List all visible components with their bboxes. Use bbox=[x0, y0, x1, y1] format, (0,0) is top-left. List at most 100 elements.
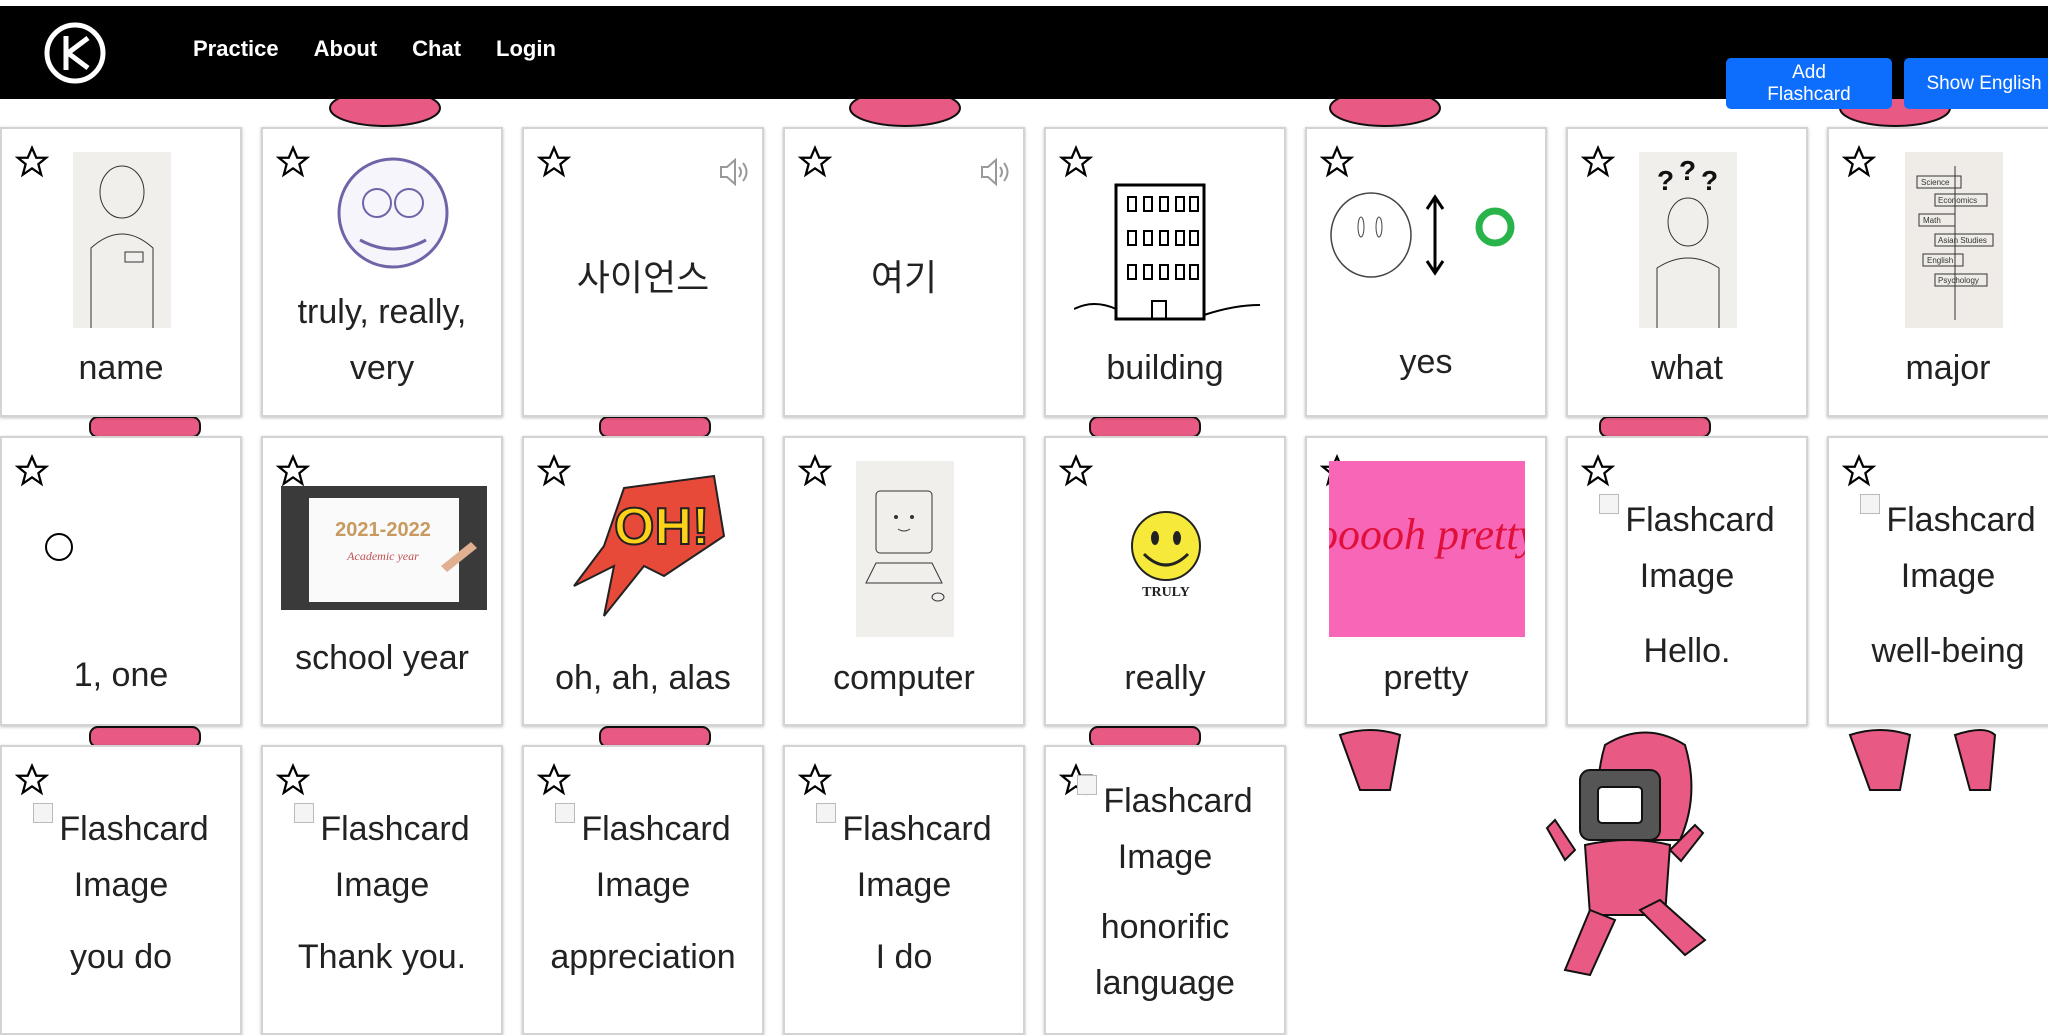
flashcard-word: yes bbox=[1399, 343, 1453, 381]
nav-chat-link[interactable]: Chat bbox=[412, 36, 461, 62]
broken-image-alt: Flashcard Image bbox=[263, 801, 501, 913]
favorite-star-icon[interactable] bbox=[15, 145, 49, 179]
broken-image-alt: Flashcard Image bbox=[2, 801, 240, 913]
flashcard-word: honorific language bbox=[1095, 908, 1235, 1002]
stamp-image bbox=[337, 157, 449, 269]
broken-image-alt: Flashcard Image bbox=[1568, 492, 1806, 604]
computer-image bbox=[856, 461, 954, 637]
flashcard-word: really bbox=[1124, 659, 1206, 697]
flashcard-word: you do bbox=[69, 938, 173, 976]
flashcard-word: name bbox=[78, 349, 164, 387]
broken-image-icon bbox=[1860, 494, 1881, 514]
flashcard-i-do[interactable]: Flashcard Image I do bbox=[783, 745, 1025, 1035]
broken-image-alt: Flashcard Image bbox=[1829, 492, 2048, 604]
sign-science: Science bbox=[1921, 178, 1950, 187]
favorite-star-icon[interactable] bbox=[15, 454, 49, 488]
smiley-image: TRULY bbox=[1131, 511, 1201, 600]
favorite-star-icon[interactable] bbox=[1059, 454, 1093, 488]
nod-face-image bbox=[1330, 192, 1515, 278]
flashcard-pretty[interactable]: ooooh pretty pretty bbox=[1305, 436, 1547, 726]
svg-text:?: ? bbox=[1679, 155, 1696, 186]
oh-title: OH! bbox=[614, 498, 709, 556]
flashcard-hello[interactable]: Flashcard Image Hello. bbox=[1566, 436, 1808, 726]
flashcard-word: building bbox=[1106, 349, 1224, 387]
favorite-star-icon[interactable] bbox=[1320, 145, 1354, 179]
add-flashcard-button[interactable]: Add Flashcard bbox=[1726, 58, 1892, 109]
flashcard-yes[interactable]: yes bbox=[1305, 127, 1547, 417]
flashcard-word: school year bbox=[295, 639, 469, 677]
nav-practice-link[interactable]: Practice bbox=[193, 36, 279, 62]
person-name-tag-image bbox=[73, 152, 171, 328]
flashcard-thank-you[interactable]: Flashcard Image Thank you. bbox=[261, 745, 503, 1035]
show-english-button[interactable]: Show English bbox=[1904, 58, 2048, 109]
nav-login-link[interactable]: Login bbox=[496, 36, 556, 62]
favorite-star-icon[interactable] bbox=[1581, 454, 1615, 488]
flashcard-here[interactable]: 여기 bbox=[783, 127, 1025, 417]
nav-about-link[interactable]: About bbox=[314, 36, 378, 62]
flashcard-name[interactable]: name bbox=[0, 127, 242, 417]
flashcard-oh[interactable]: OH! oh, ah, alas bbox=[522, 436, 764, 726]
favorite-star-icon[interactable] bbox=[798, 763, 832, 797]
academic-year-image: 2021-2022 Academic year bbox=[281, 486, 487, 610]
oh-comic-image: OH! bbox=[573, 474, 726, 617]
sign-asian-studies: Asian Studies bbox=[1938, 236, 1987, 245]
favorite-star-icon[interactable] bbox=[15, 763, 49, 797]
pretty-title: ooooh pretty bbox=[1329, 510, 1525, 559]
favorite-star-icon[interactable] bbox=[276, 145, 310, 179]
sign-psychology: Psychology bbox=[1938, 276, 1979, 285]
favorite-star-icon[interactable] bbox=[276, 763, 310, 797]
flashcard-really[interactable]: TRULY really bbox=[1044, 436, 1286, 726]
flashcard-one[interactable]: 1, one bbox=[0, 436, 242, 726]
flashcard-science[interactable]: 사이언스 bbox=[522, 127, 764, 417]
favorite-star-icon[interactable] bbox=[1581, 145, 1615, 179]
flashcard-korean-word: 여기 bbox=[870, 257, 938, 298]
flashcard-word: truly, really, very bbox=[297, 293, 467, 387]
flashcard-building[interactable]: building bbox=[1044, 127, 1286, 417]
favorite-star-icon[interactable] bbox=[1059, 145, 1093, 179]
academic-year-title: 2021-2022 bbox=[335, 519, 431, 541]
svg-text:?: ? bbox=[1701, 165, 1718, 196]
sign-math: Math bbox=[1923, 216, 1941, 225]
broken-image-icon bbox=[816, 803, 837, 823]
broken-image-icon bbox=[555, 803, 576, 823]
confused-person-image: ? ? ? bbox=[1639, 152, 1737, 328]
flashcard-word: appreciation bbox=[550, 938, 736, 976]
flashcard-word: what bbox=[1651, 349, 1723, 387]
flashcard-word: 1, one bbox=[73, 656, 169, 694]
flashcard-word: I do bbox=[875, 938, 933, 976]
flashcard-honorific[interactable]: Flashcard Image honorific language bbox=[1044, 745, 1286, 1035]
flashcard-appreciation[interactable]: Flashcard Image appreciation bbox=[522, 745, 764, 1035]
flashcard-word: well-being bbox=[1871, 632, 2025, 670]
flashcard-you-do[interactable]: Flashcard Image you do bbox=[0, 745, 242, 1035]
favorite-star-icon[interactable] bbox=[276, 454, 310, 488]
broken-image-icon bbox=[1077, 775, 1098, 795]
flashcard-word: computer bbox=[833, 659, 975, 697]
favorite-star-icon[interactable] bbox=[1842, 454, 1876, 488]
smiley-caption: TRULY bbox=[1142, 585, 1190, 600]
speaker-icon[interactable] bbox=[979, 157, 1011, 187]
flashcard-what[interactable]: ? ? ? what bbox=[1566, 127, 1808, 417]
flashcard-wellbeing[interactable]: Flashcard Image well-being bbox=[1827, 436, 2048, 726]
broken-image-icon bbox=[1599, 494, 1620, 514]
broken-image-alt: Flashcard Image bbox=[785, 801, 1023, 913]
flashcard-word: major bbox=[1905, 349, 1991, 387]
flashcard-korean-word: 사이언스 bbox=[576, 257, 710, 298]
flashcard-major[interactable]: Science Economics Math Asian Studies Eng… bbox=[1827, 127, 2048, 417]
flashcard-word: Hello. bbox=[1643, 632, 1731, 670]
broken-image-icon bbox=[33, 803, 54, 823]
flashcard-school-year[interactable]: 2021-2022 Academic year school year bbox=[261, 436, 503, 726]
circle-one-image bbox=[45, 533, 73, 561]
flashcard-truly[interactable]: truly, really, very bbox=[261, 127, 503, 417]
favorite-star-icon[interactable] bbox=[1842, 145, 1876, 179]
flashcard-computer[interactable]: computer bbox=[783, 436, 1025, 726]
sign-english: English bbox=[1927, 256, 1953, 265]
broken-image-icon bbox=[294, 803, 315, 823]
building-image bbox=[1074, 183, 1260, 321]
favorite-star-icon[interactable] bbox=[798, 145, 832, 179]
favorite-star-icon[interactable] bbox=[798, 454, 832, 488]
speaker-icon[interactable] bbox=[718, 157, 750, 187]
site-logo-icon[interactable] bbox=[44, 22, 106, 84]
favorite-star-icon[interactable] bbox=[537, 145, 571, 179]
favorite-star-icon[interactable] bbox=[537, 763, 571, 797]
signpost-image: Science Economics Math Asian Studies Eng… bbox=[1905, 152, 2003, 328]
